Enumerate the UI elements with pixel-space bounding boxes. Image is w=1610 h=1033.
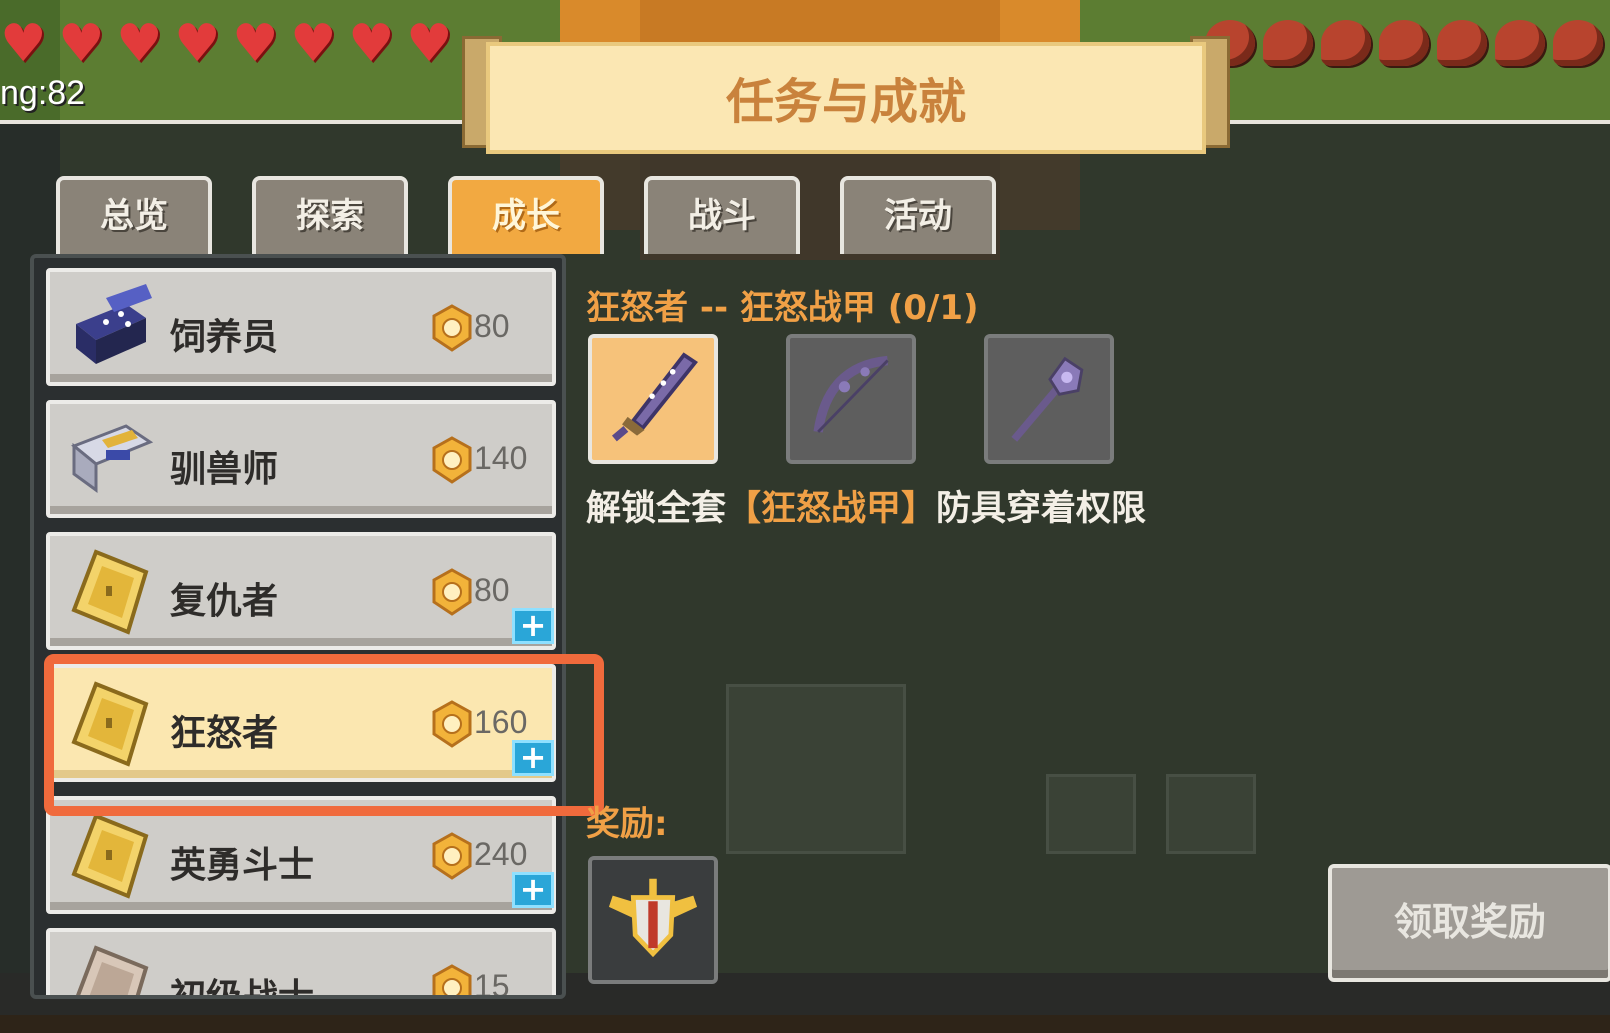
fury-sword-icon (611, 352, 698, 442)
medal-icon (432, 832, 472, 880)
meat-icon (1437, 20, 1487, 66)
gold-armor-icon (71, 549, 149, 635)
unlock-highlight: 【狂怒战甲】 (726, 489, 937, 529)
heart-icon: ♥ (348, 14, 395, 74)
fury-bow-icon (813, 355, 889, 433)
achievement-points: 240 (474, 836, 528, 872)
heart-icon: ♥ (58, 14, 105, 74)
medal-icon (432, 700, 472, 748)
achievement-name: 复仇者 (170, 581, 279, 622)
claim-reward-button[interactable]: 领取奖励 (1328, 864, 1610, 982)
bed-icon (76, 284, 152, 364)
unlock-prefix: 解锁全套 (586, 489, 727, 529)
saddle-icon (71, 424, 154, 493)
background-ghost-block (1046, 774, 1136, 854)
heart-icon: ♥ (406, 14, 453, 74)
background-ghost-block (726, 684, 906, 854)
achievement-points: 80 (474, 308, 510, 344)
medal-icon (432, 964, 472, 995)
achievement-list: 饲养员 80 驯兽师 140 复仇者 80 + 狂怒者 160 + 英勇斗士 2… (46, 268, 558, 999)
tab-growth[interactable]: 成长 (448, 176, 604, 254)
heart-icon: ♥ (116, 14, 163, 74)
equipment-slot[interactable] (588, 334, 718, 464)
reward-slot[interactable] (588, 856, 718, 984)
plus-badge-icon[interactable]: + (512, 872, 554, 908)
meat-icon (1553, 20, 1603, 66)
medal-icon (432, 568, 472, 616)
achievement-name: 驯兽师 (170, 449, 279, 490)
plus-badge-icon[interactable]: + (512, 608, 554, 644)
achievement-points: 160 (474, 704, 528, 740)
achievement-name: 狂怒者 (170, 713, 279, 754)
window-title: 任务与成就 (725, 74, 966, 130)
achievement-points: 15 (474, 968, 510, 999)
winged-shield-icon (608, 878, 698, 958)
fury-staff-icon (1011, 356, 1084, 442)
meat-icon (1321, 20, 1371, 66)
tab-explore[interactable]: 探索 (252, 176, 408, 254)
equipment-slot[interactable] (786, 334, 916, 464)
window-title-banner: 任务与成就 (462, 22, 1230, 160)
category-tabs: 总览 探索 成长 战斗 活动 (56, 176, 996, 254)
achievement-item-beast-tamer[interactable]: 驯兽师 140 (46, 400, 556, 518)
achievement-points: 80 (474, 572, 510, 608)
achievement-name: 初级战士 (170, 977, 315, 999)
hud-stat-text: ng:82 (0, 74, 86, 112)
equipment-slots (588, 334, 1114, 464)
gold-armor-icon (71, 813, 149, 899)
plus-badge-icon[interactable]: + (512, 740, 554, 776)
heart-icon: ♥ (0, 14, 47, 74)
tab-combat[interactable]: 战斗 (644, 176, 800, 254)
achievement-item-brave-fighter[interactable]: 英勇斗士 240 + (46, 796, 556, 914)
unlock-description: 解锁全套【狂怒战甲】防具穿着权限 (586, 480, 1146, 531)
reward-label: 奖励: (586, 804, 668, 844)
achievement-item-feeder[interactable]: 饲养员 80 (46, 268, 556, 386)
heart-icon: ♥ (174, 14, 221, 74)
meat-icon (1263, 20, 1313, 66)
tab-overview[interactable]: 总览 (56, 176, 212, 254)
iron-armor-icon (76, 945, 149, 995)
heart-icon: ♥ (290, 14, 337, 74)
unlock-suffix: 防具穿着权限 (936, 489, 1147, 529)
achievement-detail-panel: 狂怒者 -- 狂怒战甲 (0/1) 解锁全套【狂怒战甲】防具穿着权限 奖励: 领… (566, 254, 1610, 999)
achievement-item-berserker[interactable]: 狂怒者 160 + (46, 664, 556, 782)
medal-icon (432, 436, 472, 484)
gold-armor-icon (71, 681, 149, 767)
meat-icon (1379, 20, 1429, 66)
heart-icon: ♥ (232, 14, 279, 74)
achievement-item-avenger[interactable]: 复仇者 80 + (46, 532, 556, 650)
achievement-item-novice-warrior[interactable]: 初级战士 15 (46, 928, 556, 999)
tab-events[interactable]: 活动 (840, 176, 996, 254)
equipment-slot[interactable] (984, 334, 1114, 464)
achievement-name: 英勇斗士 (170, 845, 315, 886)
achievement-points: 140 (474, 440, 528, 476)
medal-icon (432, 304, 472, 352)
achievement-list-panel[interactable]: 饲养员 80 驯兽师 140 复仇者 80 + 狂怒者 160 + 英勇斗士 2… (30, 254, 566, 999)
achievement-name: 饲养员 (170, 317, 279, 358)
hunger-bar (1205, 20, 1603, 66)
meat-icon (1495, 20, 1545, 66)
achievement-detail-title: 狂怒者 -- 狂怒战甲 (0/1) (586, 288, 979, 328)
background-ghost-block (1166, 774, 1256, 854)
health-bar: ♥ ♥ ♥ ♥ ♥ ♥ ♥ ♥ (0, 18, 460, 70)
